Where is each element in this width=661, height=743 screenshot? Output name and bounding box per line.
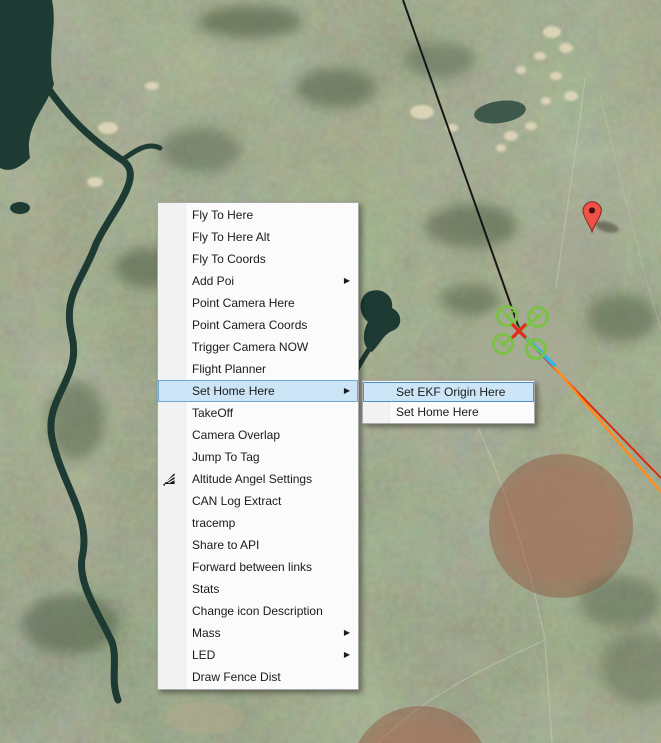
- menu-item-point-camera-here[interactable]: Point Camera Here: [158, 292, 358, 314]
- menu-item-label: Stats: [192, 582, 219, 596]
- menu-item-label: Camera Overlap: [192, 428, 280, 442]
- menu-item-label: LED: [192, 648, 215, 662]
- menu-item-camera-overlap[interactable]: Camera Overlap: [158, 424, 358, 446]
- menu-item-fly-to-here[interactable]: Fly To Here: [158, 204, 358, 226]
- airspace-zone-1: [489, 454, 633, 598]
- menu-item-takeoff[interactable]: TakeOff: [158, 402, 358, 424]
- submenu-item-label: Set Home Here: [396, 405, 479, 419]
- menu-item-label: Point Camera Here: [192, 296, 295, 310]
- submenu-arrow-icon: ▶: [344, 629, 350, 637]
- menu-item-point-camera-coords[interactable]: Point Camera Coords: [158, 314, 358, 336]
- menu-item-label: Fly To Coords: [192, 252, 266, 266]
- mission-planner-map-view: Fly To Here Fly To Here Alt Fly To Coord…: [0, 0, 661, 743]
- menu-item-share-to-api[interactable]: Share to API: [158, 534, 358, 556]
- menu-item-change-icon-description[interactable]: Change icon Description: [158, 600, 358, 622]
- menu-item-label: Flight Planner: [192, 362, 266, 376]
- menu-item-label: TakeOff: [192, 406, 233, 420]
- submenu-item-set-home-here[interactable]: Set Home Here: [363, 402, 534, 422]
- menu-item-flight-planner[interactable]: Flight Planner: [158, 358, 358, 380]
- menu-item-label: tracemp: [192, 516, 235, 530]
- menu-item-label: Mass: [192, 626, 221, 640]
- submenu-item-set-ekf-origin-here[interactable]: Set EKF Origin Here: [363, 382, 534, 402]
- menu-item-fly-to-here-alt[interactable]: Fly To Here Alt: [158, 226, 358, 248]
- menu-item-label: Forward between links: [192, 560, 312, 574]
- menu-item-label: Add Poi: [192, 274, 234, 288]
- menu-item-forward-between-links[interactable]: Forward between links: [158, 556, 358, 578]
- pin-center-dot: [589, 207, 595, 213]
- menu-item-altitude-angel-settings[interactable]: Altitude Angel Settings: [158, 468, 358, 490]
- menu-item-label: CAN Log Extract: [192, 494, 281, 508]
- menu-item-set-home-here[interactable]: Set Home Here ▶: [158, 380, 358, 402]
- set-home-submenu: Set EKF Origin Here Set Home Here: [362, 380, 535, 424]
- menu-item-led[interactable]: LED ▶: [158, 644, 358, 666]
- menu-item-label: Change icon Description: [192, 604, 323, 618]
- menu-item-trigger-camera-now[interactable]: Trigger Camera NOW: [158, 336, 358, 358]
- menu-item-label: Trigger Camera NOW: [192, 340, 308, 354]
- submenu-arrow-icon: ▶: [344, 651, 350, 659]
- menu-item-label: Fly To Here Alt: [192, 230, 270, 244]
- menu-item-fly-to-coords[interactable]: Fly To Coords: [158, 248, 358, 270]
- altitude-angel-icon: [162, 471, 178, 487]
- menu-item-stats[interactable]: Stats: [158, 578, 358, 600]
- menu-item-label: Draw Fence Dist: [192, 670, 281, 684]
- submenu-arrow-icon: ▶: [344, 387, 350, 395]
- menu-item-label: Point Camera Coords: [192, 318, 307, 332]
- menu-item-can-log-extract[interactable]: CAN Log Extract: [158, 490, 358, 512]
- map-context-menu: Fly To Here Fly To Here Alt Fly To Coord…: [157, 202, 359, 690]
- menu-item-tracemp[interactable]: tracemp: [158, 512, 358, 534]
- submenu-item-label: Set EKF Origin Here: [396, 385, 505, 399]
- menu-item-draw-fence-dist[interactable]: Draw Fence Dist: [158, 666, 358, 688]
- menu-item-label: Altitude Angel Settings: [192, 472, 312, 486]
- submenu-arrow-icon: ▶: [344, 277, 350, 285]
- menu-item-add-poi[interactable]: Add Poi ▶: [158, 270, 358, 292]
- menu-item-mass[interactable]: Mass ▶: [158, 622, 358, 644]
- menu-item-label: Set Home Here: [192, 384, 275, 398]
- menu-item-label: Share to API: [192, 538, 259, 552]
- menu-item-jump-to-tag[interactable]: Jump To Tag: [158, 446, 358, 468]
- menu-item-label: Fly To Here: [192, 208, 253, 222]
- menu-item-label: Jump To Tag: [192, 450, 260, 464]
